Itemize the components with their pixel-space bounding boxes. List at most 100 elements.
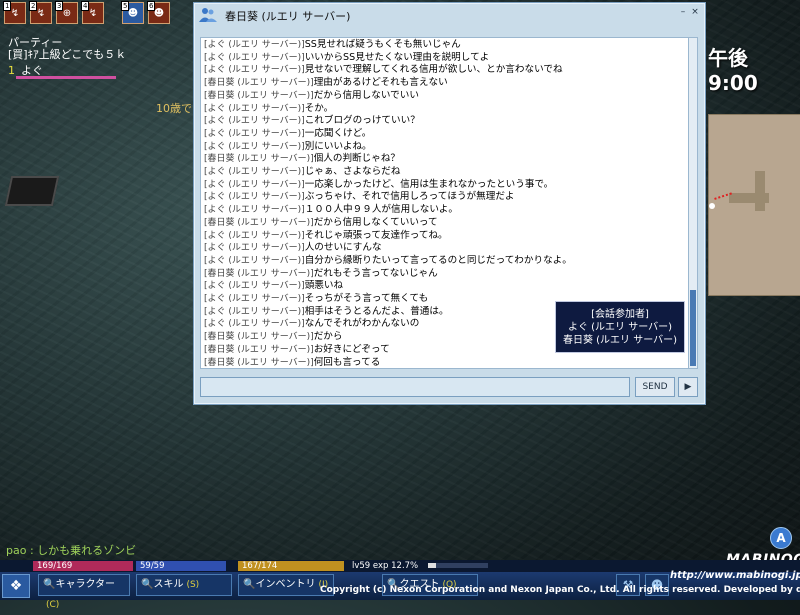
chat-speaker: [よぐ (ルエリ サーバー)]	[204, 128, 305, 139]
character-button[interactable]: 🔍キャラクター(C)	[38, 574, 130, 610]
chat-text: １００人中９９人が信用しないよ。	[304, 204, 458, 216]
hp-text: 169/169	[37, 561, 73, 571]
game-clock: 午後 9:00	[708, 46, 758, 95]
chat-speaker: [よぐ (ルエリ サーバー)]	[204, 306, 305, 317]
chat-speaker: [春日葵 (ルエリ サーバー)]	[204, 268, 314, 279]
send-arrow-button[interactable]: ▶	[678, 377, 698, 397]
skill-button[interactable]: 🔍スキル (S)	[136, 574, 232, 596]
minimize-button[interactable]: –	[678, 7, 688, 17]
chat-message: [よぐ (ルエリ サーバー)]一応聞くけど。	[204, 128, 686, 141]
chat-text: だから	[313, 331, 343, 343]
chat-text: 理由があるけどそれも言えない	[313, 77, 448, 89]
chat-speaker: [春日葵 (ルエリ サーバー)]	[204, 90, 314, 101]
party-subtitle: [買]ｷｱ上級どこでも５ｋ	[8, 48, 127, 61]
slot-number: 2	[29, 1, 38, 11]
chat-input-row: SEND ▶	[200, 377, 699, 399]
chat-message: [よぐ (ルエリ サーバー)]これブログのっけていい？	[204, 115, 686, 128]
character-label: キャラクター	[55, 579, 116, 590]
chat-text: そっちがそう言って無くても	[304, 293, 429, 305]
chat-message: [よぐ (ルエリ サーバー)]一応楽しかったけど、信用は生まれなかったという事で…	[204, 179, 686, 192]
chat-input[interactable]	[200, 377, 630, 397]
chat-speaker: [よぐ (ルエリ サーバー)]	[204, 255, 305, 266]
slot-number: 6	[147, 1, 156, 11]
chat-speaker: [よぐ (ルエリ サーバー)]	[204, 40, 305, 50]
minimap-corridor	[755, 171, 765, 211]
chat-message: [よぐ (ルエリ サーバー)]見せないで理解してくれる信用が欲しい、とか言わない…	[204, 64, 686, 77]
chat-speaker: [よぐ (ルエリ サーバー)]	[204, 179, 305, 190]
chat-scrollbar[interactable]	[688, 37, 698, 369]
chat-text: これブログのっけていい？	[304, 115, 420, 127]
skill-icon: ↯	[36, 7, 46, 19]
party-member-hp-bar	[16, 76, 116, 79]
main-menu-button[interactable]: ❖	[2, 574, 30, 598]
chat-text: お好きにどぞって	[313, 343, 390, 355]
close-button[interactable]: ×	[690, 7, 700, 17]
skill-label: スキル	[153, 579, 184, 590]
chat-text: 相手はそうとるんだよ、普通は。	[304, 305, 449, 317]
exp-text: exp 12.7%	[372, 561, 419, 571]
shortcut-key: (S)	[186, 580, 200, 590]
chat-text: だから信用しなくていいって	[313, 216, 438, 228]
chat-speaker: [春日葵 (ルエリ サーバー)]	[204, 332, 314, 343]
party-slot-3[interactable]: 3 ⊕	[55, 1, 78, 24]
mp-text: 59/59	[140, 561, 165, 571]
participants-panel: [会話参加者] よぐ (ルエリ サーバー) 春日葵 (ルエリ サーバー)	[555, 301, 685, 353]
chat-window[interactable]: 春日葵 (ルエリ サーバー) – × [よぐ (ルエリ サーバー)]SS見せれば…	[193, 2, 706, 405]
chat-message: [春日葵 (ルエリ サーバー)]個人の判断じゃね？	[204, 153, 686, 166]
chat-speaker: [よぐ (ルエリ サーバー)]	[204, 116, 305, 127]
chat-speaker: [よぐ (ルエリ サーバー)]	[204, 52, 305, 63]
slot-number: 1	[3, 1, 12, 11]
party-slot-2[interactable]: 2 ↯	[29, 1, 52, 24]
help-badge-icon[interactable]: A	[770, 527, 792, 549]
party-slot-6[interactable]: 6 ☻	[147, 1, 170, 24]
skill-icon: ↯	[88, 7, 98, 19]
exp-bar	[428, 563, 488, 568]
shield-icon: ⊕	[62, 7, 72, 19]
scrollbar-thumb[interactable]	[690, 290, 696, 366]
minimap[interactable]	[708, 114, 800, 296]
crate-object[interactable]	[4, 176, 60, 206]
chat-message: [よぐ (ルエリ サーバー)]別にいいよね。	[204, 141, 686, 154]
chat-text: 人のせいにすんな	[304, 242, 382, 254]
chat-message: [よぐ (ルエリ サーバー)]ぶっちゃけ、それで信用しろってほうが無理だよ	[204, 191, 686, 204]
chat-text: そか。	[304, 102, 334, 114]
chat-text: 一応聞くけど。	[304, 127, 372, 139]
chat-speaker: [春日葵 (ルエリ サーバー)]	[204, 217, 314, 228]
minimap-route	[714, 192, 734, 206]
chat-speaker: [よぐ (ルエリ サーバー)]	[204, 243, 305, 254]
chat-speaker: [春日葵 (ルエリ サーバー)]	[204, 154, 314, 165]
chat-text: SS見せれば疑うもくそも無いじゃん	[304, 39, 461, 50]
skill-icon: ↯	[10, 7, 20, 19]
chat-message: [よぐ (ルエリ サーバー)]SS見せれば疑うもくそも無いじゃん	[204, 39, 686, 52]
chat-speaker: [春日葵 (ルエリ サーバー)]	[204, 344, 314, 355]
chat-message: [よぐ (ルエリ サーバー)]それじゃ頑張って友達作ってね。	[204, 230, 686, 243]
level-text: lv59	[352, 561, 371, 571]
party-slot-5[interactable]: 5 ☻	[121, 1, 144, 24]
party-slot-1[interactable]: 1 ↯	[3, 1, 26, 24]
chat-text: いいからSS見せたくない理由を説明してよ	[304, 51, 490, 63]
chat-text: だれもそう言ってないじゃん	[313, 267, 438, 279]
hp-gauge: 169/169	[33, 561, 133, 571]
chat-message: [春日葵 (ルエリ サーバー)]理由があるけどそれも言えない	[204, 77, 686, 90]
player-marker-icon	[709, 203, 715, 209]
slot-number: 5	[121, 1, 130, 11]
system-chat-message: pao : しかも乗れるゾンビ	[6, 544, 137, 557]
chat-message: [よぐ (ルエリ サーバー)]１００人中９９人が信用しないよ。	[204, 204, 686, 217]
chat-text: 一応楽しかったけど、信用は生まれなかったという事で。	[304, 178, 554, 190]
stamina-text: 167/174	[242, 561, 278, 571]
send-button[interactable]: SEND	[635, 377, 675, 397]
chat-title: 春日葵 (ルエリ サーバー)	[225, 10, 351, 23]
chat-titlebar[interactable]: 春日葵 (ルエリ サーバー) – ×	[194, 3, 705, 27]
chat-speaker: [よぐ (ルエリ サーバー)]	[204, 294, 305, 305]
chat-message: [よぐ (ルエリ サーバー)]自分から縁断りたいって言ってるのと同じだってわかり…	[204, 255, 686, 268]
chat-message: [よぐ (ルエリ サーバー)]人のせいにすんな	[204, 242, 686, 255]
chat-text: 何回も言ってる	[313, 356, 381, 368]
chat-speaker: [春日葵 (ルエリ サーバー)]	[204, 357, 314, 368]
stamina-gauge: 167/174	[238, 561, 348, 571]
chat-speaker: [よぐ (ルエリ サーバー)]	[204, 205, 305, 216]
party-slot-4[interactable]: 4 ↯	[81, 1, 104, 24]
chat-message: [よぐ (ルエリ サーバー)]頭悪いね	[204, 280, 686, 293]
chat-speaker: [よぐ (ルエリ サーバー)]	[204, 65, 305, 76]
shortcut-key: (C)	[46, 600, 60, 610]
chat-message: [春日葵 (ルエリ サーバー)]だから信用しないでいい	[204, 90, 686, 103]
